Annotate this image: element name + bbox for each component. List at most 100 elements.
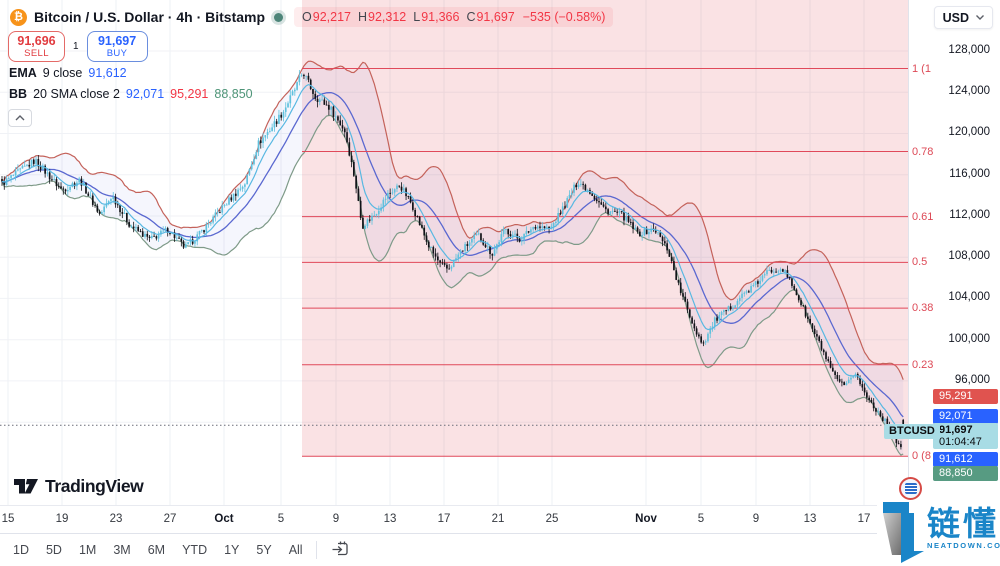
range-button-5y[interactable]: 5Y [249, 539, 278, 561]
symbol-header[interactable]: ₿ Bitcoin / U.S. Dollar · 4h · Bitstamp … [10, 7, 613, 27]
currency-label: USD [943, 11, 969, 25]
range-button-3m[interactable]: 3M [106, 539, 137, 561]
watermark-domain-text: NEATDOWN.COM [927, 541, 1000, 550]
high-value: 92,312 [368, 10, 406, 24]
close-value: 91,697 [476, 10, 514, 24]
time-tick: 9 [753, 513, 759, 525]
range-button-5d[interactable]: 5D [39, 539, 69, 561]
fib-level-label: 0.61 [912, 211, 933, 223]
fib-level-label: 1 (1 [912, 63, 931, 75]
sell-button[interactable]: 91,696 SELL [8, 31, 65, 62]
time-tick: 25 [546, 513, 559, 525]
time-tick: 15 [2, 513, 15, 525]
indicator-row-ema[interactable]: EMA 9 close 91,612 [9, 66, 253, 80]
tradingview-logo[interactable]: TradingView [14, 476, 143, 497]
sell-label: SELL [9, 48, 64, 59]
tradingview-logo-icon [14, 479, 39, 495]
buy-price: 91,697 [88, 34, 147, 48]
time-tick: 17 [438, 513, 451, 525]
indicator-params: 20 SMA close 2 [33, 87, 120, 101]
indicator-value: 91,612 [88, 66, 126, 80]
sell-price: 91,696 [9, 34, 64, 48]
indicator-params: 9 close [43, 66, 83, 80]
time-tick: 5 [698, 513, 704, 525]
price-tick: 124,000 [948, 85, 990, 97]
floating-widget-icon[interactable] [899, 477, 922, 500]
buy-button[interactable]: 91,697 BUY [87, 31, 148, 62]
price-badge: 88,850 [933, 466, 998, 481]
ohlc-values: O92,217 H92,312 L91,366 C91,697 −535 (−0… [294, 7, 613, 27]
range-button-1y[interactable]: 1Y [217, 539, 246, 561]
price-tick: 100,000 [948, 333, 990, 345]
indicator-name: BB [9, 87, 27, 101]
low-value: 91,366 [421, 10, 459, 24]
fib-level-label: 0.38 [912, 302, 933, 314]
watermark-cn-text: 链懂 [927, 497, 999, 545]
bar-countdown: 01:04:47 [939, 437, 998, 448]
price-tick: 112,000 [949, 209, 990, 221]
chevron-down-icon [976, 15, 984, 20]
fib-level-label: 0 (8 [912, 450, 931, 462]
bitcoin-icon: ₿ [10, 9, 27, 26]
range-button-all[interactable]: All [282, 539, 310, 561]
time-tick: Oct [214, 513, 233, 525]
price-badge: 91,612 [933, 452, 998, 467]
fib-level-label: 0.5 [912, 256, 927, 268]
price-tick: 128,000 [948, 44, 990, 56]
time-tick: 23 [110, 513, 123, 525]
fib-level-label: 0.23 [912, 359, 933, 371]
change-value: −535 (−0.58%) [523, 10, 606, 24]
watermark-logo-icon [877, 493, 927, 566]
time-tick: 5 [278, 513, 284, 525]
indicator-row-bb[interactable]: BB 20 SMA close 2 92,071 95,291 88,850 [9, 87, 253, 101]
range-button-6m[interactable]: 6M [141, 539, 172, 561]
market-status-icon [274, 13, 283, 22]
currency-selector[interactable]: USD [934, 6, 993, 29]
calendar-goto-icon [331, 539, 350, 558]
tradingview-logo-text: TradingView [45, 476, 143, 497]
spread-value: 1 [73, 41, 79, 52]
goto-date-button[interactable] [327, 537, 354, 563]
site-watermark: 链懂 NEATDOWN.COM [877, 493, 1000, 566]
time-tick: 13 [384, 513, 397, 525]
collapse-legend-button[interactable] [8, 109, 32, 127]
toolbar-divider [316, 541, 317, 559]
date-range-buttons: 1D5D1M3M6MYTD1Y5YAll [6, 539, 310, 561]
price-tick: 108,000 [948, 250, 990, 262]
time-tick: 17 [858, 513, 871, 525]
close-label: C [466, 10, 475, 24]
indicator-value: 92,071 [126, 87, 164, 101]
symbol-price-tag: BTCUSD [884, 424, 940, 439]
time-tick: 19 [56, 513, 69, 525]
bottom-toolbar: 1D5D1M3M6MYTD1Y5YAll [0, 533, 1000, 566]
open-value: 92,217 [313, 10, 351, 24]
price-tick: 120,000 [948, 126, 990, 138]
time-tick: 9 [333, 513, 339, 525]
symbol-title[interactable]: Bitcoin / U.S. Dollar · 4h · Bitstamp [34, 9, 265, 25]
price-badge: 92,071 [933, 409, 998, 424]
time-tick: 13 [804, 513, 817, 525]
time-tick: 27 [164, 513, 177, 525]
open-label: O [302, 10, 312, 24]
price-tick: 116,000 [949, 168, 990, 180]
last-price-badge: 91,69701:04:47 [933, 423, 998, 449]
time-axis[interactable]: 15 19 23 27 Oct 5 9 13 17 21 25 Nov 5 9 13 17 [0, 505, 908, 533]
tradingview-chart-app: USD 128,000 124,000 120,000 116,000 112,000 1… [0, 0, 1000, 566]
high-label: H [358, 10, 367, 24]
low-label: L [413, 10, 420, 24]
price-badge: 95,291 [933, 389, 998, 404]
buy-label: BUY [88, 48, 147, 59]
range-button-ytd[interactable]: YTD [175, 539, 214, 561]
price-tick: 96,000 [955, 374, 990, 386]
range-button-1d[interactable]: 1D [6, 539, 36, 561]
indicator-value: 95,291 [170, 87, 208, 101]
fib-level-label: 0.78 [912, 146, 933, 158]
price-tick: 104,000 [948, 291, 990, 303]
indicator-value: 88,850 [214, 87, 252, 101]
range-button-1m[interactable]: 1M [72, 539, 103, 561]
time-tick: Nov [635, 513, 657, 525]
time-tick: 21 [492, 513, 505, 525]
chevron-up-icon [15, 115, 25, 121]
order-panel: 91,696 SELL 1 91,697 BUY [8, 31, 148, 62]
indicator-name: EMA [9, 66, 37, 80]
